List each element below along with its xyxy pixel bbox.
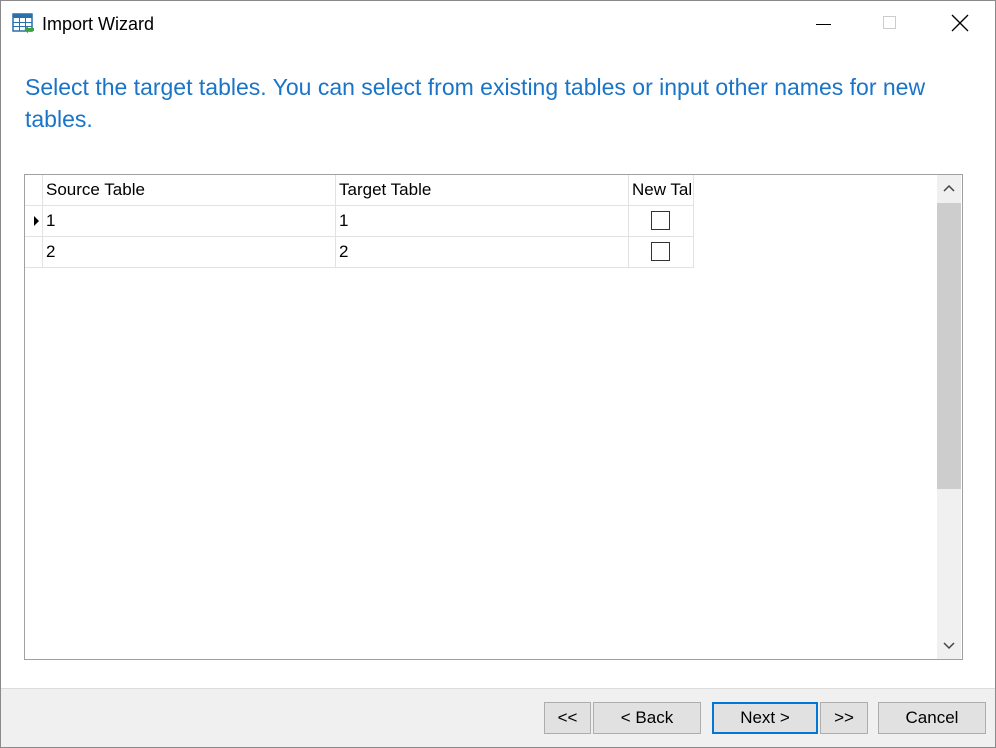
target-table-cell[interactable]: 1 — [336, 206, 629, 236]
scroll-up-arrow-icon[interactable] — [937, 177, 961, 201]
column-header-source-table[interactable]: Source Table — [43, 175, 336, 205]
row-header[interactable] — [25, 206, 43, 236]
scroll-down-arrow-icon[interactable] — [937, 633, 961, 657]
first-step-button[interactable]: << — [544, 702, 591, 734]
column-header-new-table[interactable]: New Tal — [629, 175, 694, 205]
minimize-button[interactable] — [800, 1, 846, 47]
new-table-cell[interactable] — [629, 206, 694, 236]
column-header-target-table[interactable]: Target Table — [336, 175, 629, 205]
row-header-corner — [25, 175, 43, 205]
current-row-arrow-icon — [34, 216, 39, 226]
last-step-button[interactable]: >> — [820, 702, 868, 734]
close-button[interactable] — [937, 1, 983, 47]
row-header[interactable] — [25, 237, 43, 267]
source-table-cell[interactable]: 1 — [43, 206, 336, 236]
new-table-checkbox[interactable] — [651, 211, 670, 230]
instruction-text: Select the target tables. You can select… — [25, 74, 926, 132]
next-button[interactable]: Next > — [712, 702, 818, 734]
new-table-checkbox[interactable] — [651, 242, 670, 261]
grid-header: Source Table Target Table New Tal — [25, 175, 694, 206]
minimize-icon — [816, 24, 831, 25]
scrollbar-thumb[interactable] — [937, 203, 961, 489]
import-wizard-window: Import Wizard Select the target tables. … — [0, 0, 996, 748]
maximize-button — [867, 1, 913, 47]
table-mapping-grid[interactable]: Source Table Target Table New Tal 1 1 2 … — [24, 174, 963, 660]
source-table-cell[interactable]: 2 — [43, 237, 336, 267]
vertical-scrollbar[interactable] — [937, 175, 961, 659]
maximize-icon — [883, 16, 896, 29]
window-title: Import Wizard — [42, 14, 155, 34]
close-icon — [951, 14, 969, 32]
table-row[interactable]: 2 2 — [25, 237, 694, 268]
new-table-cell[interactable] — [629, 237, 694, 267]
table-row[interactable]: 1 1 — [25, 206, 694, 237]
back-button[interactable]: < Back — [593, 702, 701, 734]
table-import-icon — [12, 13, 34, 34]
cancel-button[interactable]: Cancel — [878, 702, 986, 734]
title-bar: Import Wizard — [1, 1, 995, 47]
target-table-cell[interactable]: 2 — [336, 237, 629, 267]
button-bar: << < Back Next > >> Cancel — [1, 688, 995, 747]
